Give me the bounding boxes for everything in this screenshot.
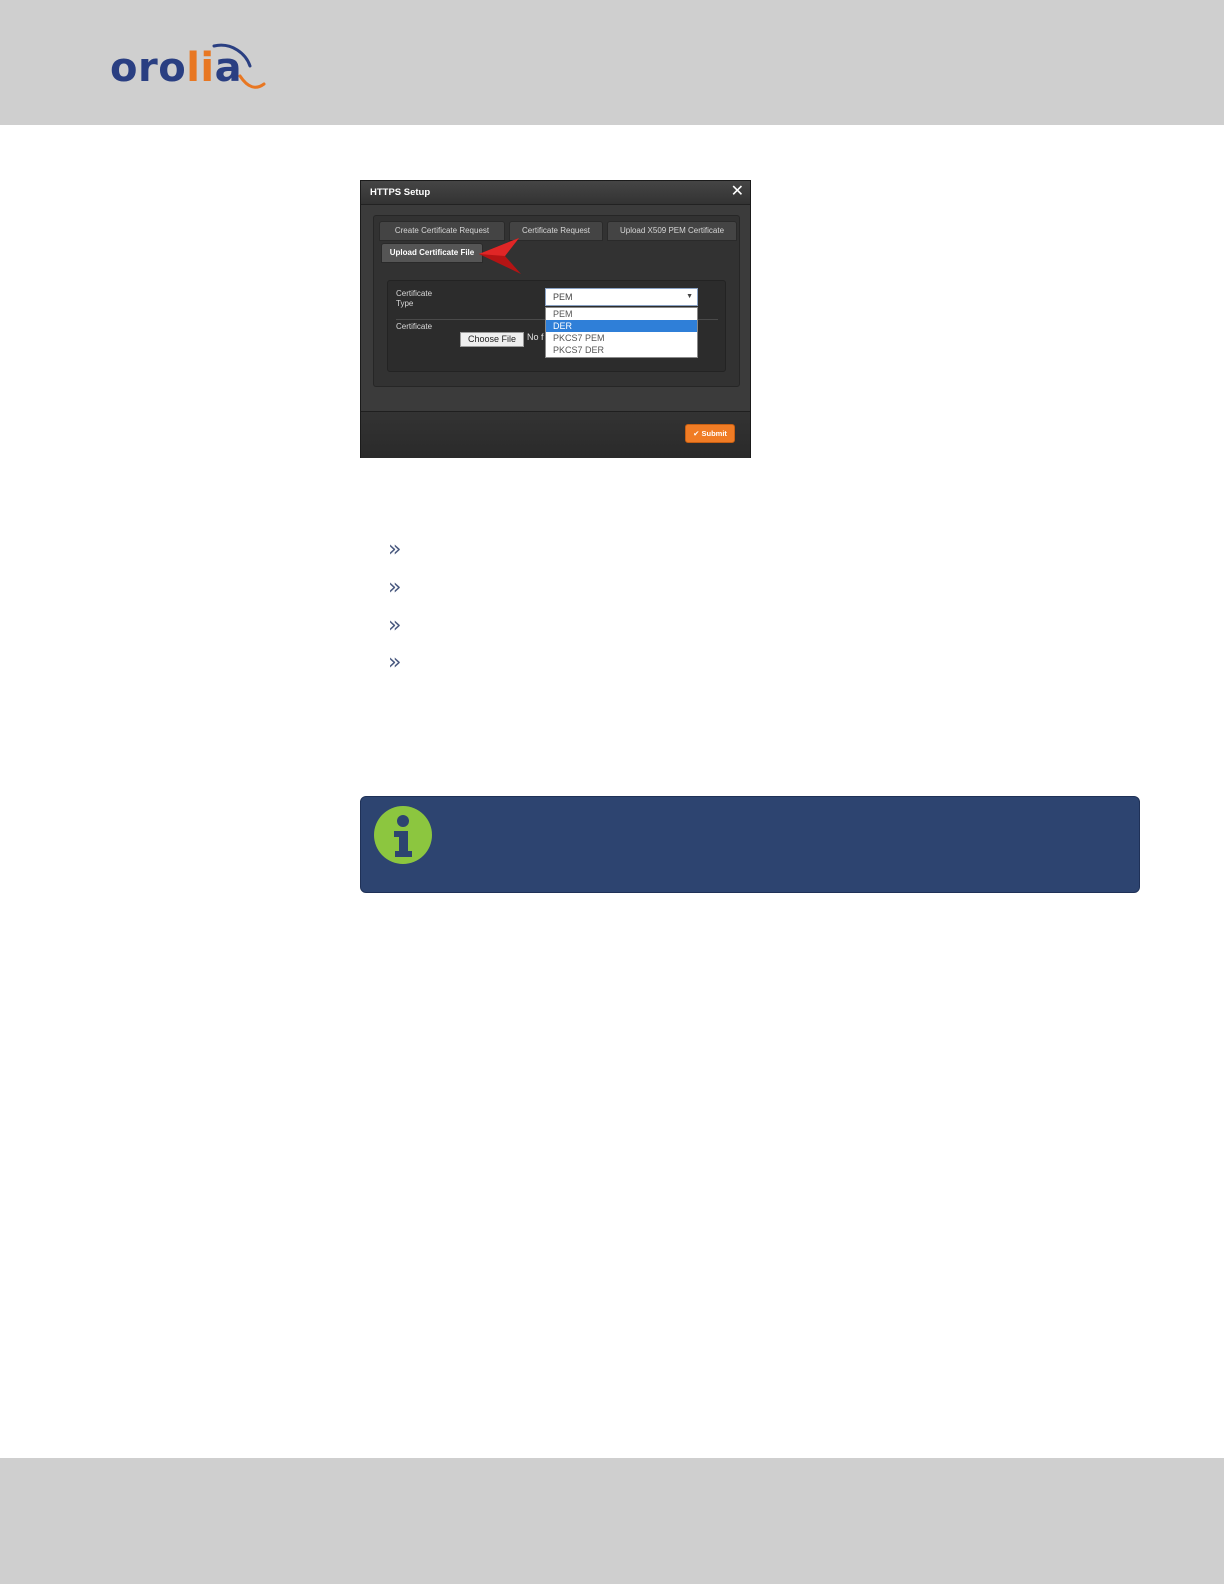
certificate-type-value: PEM — [553, 292, 573, 302]
note-box — [360, 796, 1140, 893]
dropdown-option-pkcs7-pem[interactable]: PKCS7 PEM — [546, 332, 697, 344]
red-arrow-icon — [479, 238, 521, 274]
dropdown-option-pkcs7-der[interactable]: PKCS7 DER — [546, 344, 697, 356]
checkmark-icon: ✔ — [693, 429, 700, 438]
double-chevron-right-icon: » — [388, 575, 402, 600]
double-chevron-right-icon: » — [388, 537, 402, 562]
caret-down-icon: ▼ — [686, 293, 693, 300]
dialog-title: HTTPS Setup — [370, 187, 431, 198]
submit-button[interactable]: ✔ Submit — [685, 424, 735, 443]
tab-upload-x509-pem-certificate[interactable]: Upload X509 PEM Certificate — [607, 221, 737, 241]
logo-swoosh-icon — [212, 43, 266, 89]
certificate-type-dropdown: PEM DER PKCS7 PEM PKCS7 DER — [545, 307, 698, 358]
orolia-logo: orolia — [110, 40, 270, 94]
double-chevron-right-icon: » — [388, 613, 402, 638]
close-icon[interactable]: ✕ — [731, 182, 744, 202]
submit-label: Submit — [701, 429, 727, 438]
dropdown-option-pem[interactable]: PEM — [546, 308, 697, 320]
choose-file-button[interactable]: Choose File — [460, 332, 524, 347]
https-setup-dialog: HTTPS Setup ✕ Create Certificate Request… — [360, 180, 751, 458]
page-header: orolia — [0, 0, 1224, 125]
no-file-chosen-text: No f — [527, 332, 544, 342]
certificate-type-select[interactable]: PEM ▼ — [545, 288, 698, 306]
info-icon — [374, 806, 432, 864]
dialog-titlebar: HTTPS Setup ✕ — [361, 181, 750, 205]
double-chevron-right-icon: » — [388, 650, 402, 675]
dialog-footer: ✔ Submit — [361, 411, 750, 458]
page-footer — [0, 1458, 1224, 1584]
tab-upload-certificate-file[interactable]: Upload Certificate File — [381, 243, 483, 263]
dropdown-option-der[interactable]: DER — [546, 320, 697, 332]
certificate-type-label: Certificate Type — [396, 289, 433, 308]
certificate-label: Certificate — [396, 322, 433, 331]
